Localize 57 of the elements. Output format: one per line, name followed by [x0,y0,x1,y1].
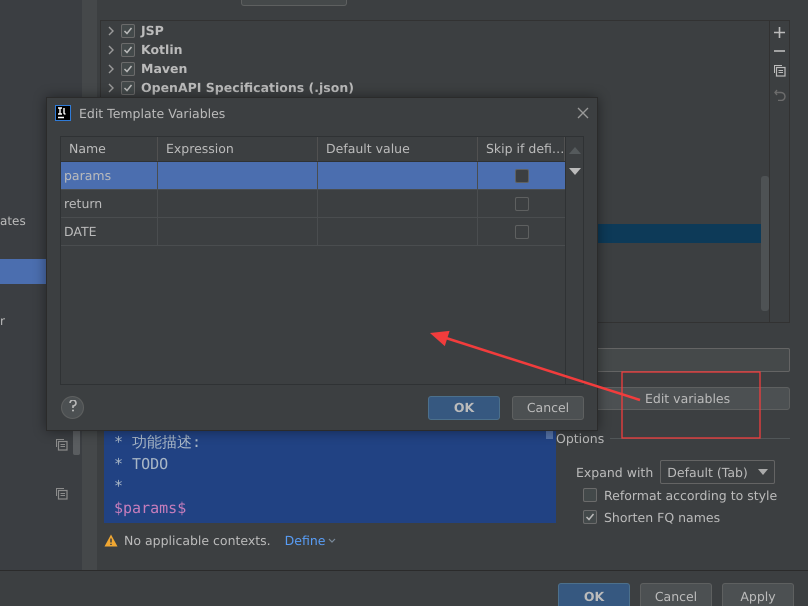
code-line: * [114,476,124,497]
code-line: * 功能描述: [114,432,202,453]
checkbox[interactable] [121,24,135,38]
close-button[interactable] [577,107,589,119]
table-cell: DATE [61,218,158,245]
help-button[interactable] [61,396,84,419]
tree-item[interactable]: OpenAPI Specifications (.json) [141,80,354,95]
section-title: Options [556,430,604,446]
cancel-button[interactable]: Cancel [512,396,584,420]
column-header[interactable]: Skip if defi… [478,137,566,161]
checkbox[interactable] [583,488,597,502]
dialog-title: Edit Template Variables [79,106,226,120]
checkbox-label[interactable]: Reformat according to style [604,488,778,502]
checkbox[interactable] [121,42,135,56]
expand-with-dropdown[interactable]: Default (Tab) [660,460,776,484]
minus-icon[interactable] [774,50,785,52]
column-header[interactable]: Default value [318,137,478,161]
table-cell: return [61,190,158,217]
dialog-button[interactable]: Cancel [640,583,712,606]
sidebar-item[interactable]: r [0,309,46,334]
field-label: Expand with [576,464,654,480]
column-header[interactable]: Name [61,137,158,161]
undo-icon[interactable] [774,89,786,101]
checkmark-icon [585,512,595,522]
dropdown-arrow-icon [758,469,768,475]
app-logo-icon [55,105,71,121]
tree-item[interactable]: JSP [141,23,164,38]
scrollbar-thumb[interactable] [761,176,769,311]
column-header[interactable]: Expression [158,137,318,161]
table-row[interactable]: DATE [61,218,566,246]
code-line: $params$ [114,498,186,519]
define-link[interactable]: Define [284,532,336,548]
warning-text: No applicable contexts. [124,532,271,548]
copy-icon[interactable] [773,64,786,77]
checkbox[interactable] [514,196,529,210]
checkbox[interactable] [121,62,135,76]
add-icon[interactable] [774,27,785,38]
checkbox[interactable] [514,224,529,238]
move-down-icon[interactable] [568,168,581,175]
code-line: * TODO [114,454,168,475]
question-mark-icon [68,400,76,412]
warning-icon [104,534,118,546]
checkbox[interactable] [583,510,597,524]
table-cell: params [61,162,158,189]
copy-icon[interactable] [55,487,68,500]
sidebar-item[interactable]: ates [0,209,46,234]
tree-item[interactable]: Kotlin [141,42,182,57]
tree-item[interactable]: Maven [141,61,188,76]
ok-button[interactable]: OK [428,396,500,420]
checkbox[interactable] [121,80,135,94]
table-row[interactable]: return [61,190,566,218]
checkbox-label[interactable]: Shorten FQ names [604,510,720,524]
copy-icon[interactable] [55,438,68,451]
dialog-button[interactable]: Apply [722,583,794,606]
caret-icon [328,538,336,542]
ok-button[interactable]: OK [558,583,630,606]
checkbox[interactable] [514,168,529,182]
